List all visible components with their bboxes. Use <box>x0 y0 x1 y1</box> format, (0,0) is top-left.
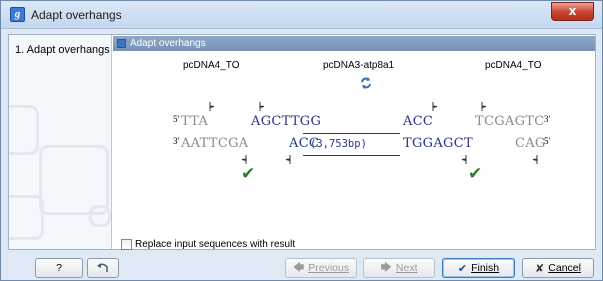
right-top-sequence: TCGAGTC <box>475 114 545 129</box>
middle-top-right-sequence: ACC <box>403 114 434 129</box>
section-header: Adapt overhangs <box>113 36 595 51</box>
decorative-square <box>9 195 44 240</box>
cut-marker-bottom <box>285 155 291 164</box>
middle-top-left-sequence: AGCTTGG <box>251 114 322 129</box>
cancel-icon: ✘ <box>535 262 545 275</box>
title-bar[interactable]: g Adapt overhangs x <box>1 1 602 29</box>
section-title: Adapt overhangs <box>130 38 206 49</box>
cut-marker-bottom <box>241 155 247 164</box>
steps-panel: 1. Adapt overhangs <box>9 35 112 249</box>
cancel-label: Cancel <box>548 262 581 274</box>
replace-option[interactable]: Replace input sequences with result <box>121 239 295 250</box>
next-button[interactable]: 🡆 Next <box>363 258 435 278</box>
finish-label: Finish <box>471 262 500 274</box>
cancel-button[interactable]: ✘ Cancel <box>522 258 594 278</box>
section-icon <box>117 39 126 48</box>
right-sequence-name: pcDNA4_TO <box>485 60 542 71</box>
close-button[interactable]: x <box>551 2 594 21</box>
replace-checkbox[interactable] <box>121 239 132 250</box>
content-panel: Adapt overhangs pcDNA4_TO pcDNA3-atp8a1 … <box>113 35 595 250</box>
decorative-square <box>9 105 39 155</box>
three-prime-label: 3' <box>544 114 551 124</box>
finish-button[interactable]: ✔ Finish <box>442 258 515 278</box>
arrow-left-icon: 🡄 <box>292 261 305 274</box>
replace-label: Replace input sequences with result <box>135 239 296 250</box>
undo-icon <box>97 263 108 272</box>
right-bottom-sequence: CAG <box>515 136 546 151</box>
left-sequence-name: pcDNA4_TO <box>183 60 240 71</box>
left-bottom-sequence: AATTCGA <box>181 136 249 151</box>
middle-top-line <box>303 133 400 134</box>
cut-marker-bottom <box>461 155 467 164</box>
middle-bottom-left-sequence: ACC <box>289 136 320 151</box>
dialog-window: g Adapt overhangs x 1. Adapt overhangs A… <box>0 0 603 281</box>
next-label: Next <box>395 262 418 274</box>
middle-sequence-name: pcDNA3-atp8a1 <box>323 60 395 71</box>
decorative-square <box>89 205 111 227</box>
check-icon: ✔ <box>468 164 483 183</box>
middle-bottom-right-sequence: TGGAGCT <box>403 136 473 151</box>
middle-bottom-line <box>303 155 400 156</box>
swap-icon[interactable] <box>359 76 373 90</box>
app-icon: g <box>10 7 25 22</box>
button-bar: ? 🡄 Previous 🡆 Next ✔ Finish ✘ Cancel <box>1 254 602 281</box>
cut-marker-top <box>259 102 265 111</box>
cut-marker-top <box>481 102 487 111</box>
five-prime-label: 5' <box>173 114 180 124</box>
help-button[interactable]: ? <box>35 258 83 278</box>
five-prime-label: 5' <box>544 136 551 146</box>
three-prime-label: 3' <box>173 136 180 146</box>
left-top-sequence: TTA <box>181 114 209 129</box>
help-label: ? <box>56 262 62 274</box>
window-title: Adapt overhangs <box>31 8 122 22</box>
previous-label: Previous <box>308 262 350 274</box>
cut-marker-top <box>432 102 438 111</box>
wizard-body: 1. Adapt overhangs Adapt overhangs pcDNA… <box>8 34 596 250</box>
arrow-right-icon: 🡆 <box>380 261 392 274</box>
check-icon: ✔ <box>241 164 256 183</box>
previous-button[interactable]: 🡄 Previous <box>285 258 357 278</box>
cut-marker-top <box>209 102 215 111</box>
step-item-adapt-overhangs[interactable]: 1. Adapt overhangs <box>15 44 110 56</box>
checkmark-icon: ✔ <box>457 262 468 275</box>
cut-marker-bottom <box>532 155 538 164</box>
reset-button[interactable] <box>87 258 119 278</box>
